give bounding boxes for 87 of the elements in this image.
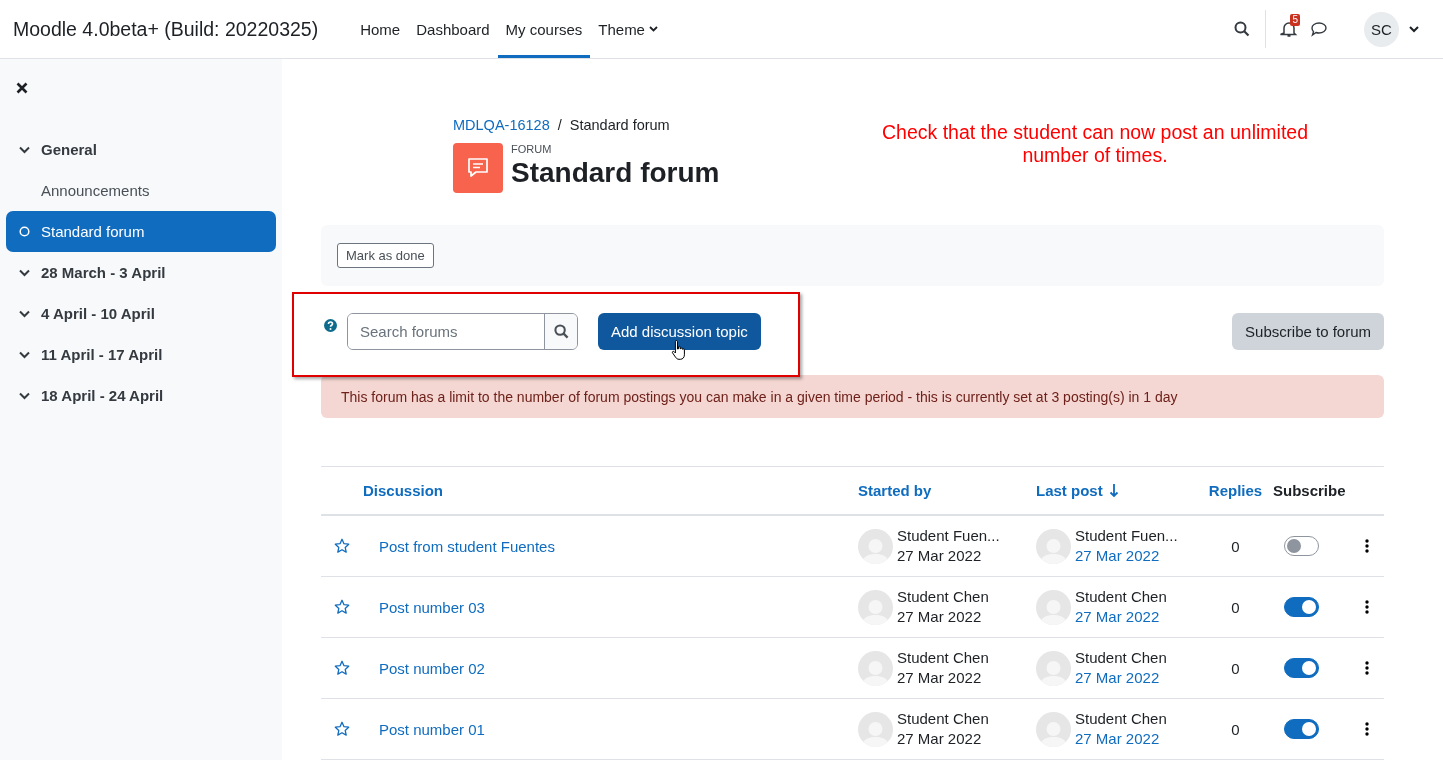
star-icon[interactable] — [334, 599, 350, 615]
close-icon[interactable] — [16, 82, 30, 94]
page-title: Standard forum — [511, 157, 720, 189]
search-icon[interactable] — [1234, 21, 1250, 37]
hand-cursor-icon — [671, 339, 688, 361]
post-date: 27 Mar 2022 — [897, 607, 983, 627]
post-date: 27 Mar 2022 — [897, 668, 983, 688]
chat-bubble-icon[interactable] — [1310, 21, 1328, 37]
caret-icon — [648, 26, 658, 32]
chevron-icon — [19, 309, 30, 318]
posting-limit-alert: This forum has a limit to the number of forum postings you can make in a given time period - this is currently set at 3 posting(s) in 1 day — [321, 375, 1384, 418]
breadcrumb-separator: / — [557, 117, 562, 133]
section-item[interactable]: 18 April - 24 April — [6, 375, 276, 416]
post-date-link[interactable]: 27 Mar 2022 — [1075, 546, 1178, 566]
post-date: 27 Mar 2022 — [897, 729, 983, 749]
post-date-link[interactable]: 27 Mar 2022 — [1075, 607, 1167, 627]
nav-link[interactable]: Home — [352, 0, 409, 58]
user-name: Student Chen — [1075, 587, 1167, 607]
reply-count: 0 — [1231, 720, 1240, 738]
subscribe-toggle[interactable] — [1284, 536, 1319, 556]
breadcrumb-link[interactable]: MDLQA-16128 — [453, 117, 550, 133]
user-name: Student Chen — [897, 648, 989, 668]
user-name: Student Chen — [897, 587, 989, 607]
chevron-icon — [19, 391, 30, 400]
column-header[interactable]: Last post — [1036, 482, 1198, 499]
user-name: Student Chen — [1075, 709, 1167, 729]
annotation-note: Check that the student can now post an unlimited number of times. — [881, 121, 1309, 169]
mark-as-done-button[interactable]: Mark as done — [337, 243, 434, 268]
subscribe-toggle[interactable] — [1284, 719, 1319, 739]
activity-item[interactable]: Announcements — [6, 170, 276, 211]
reply-count: 0 — [1231, 537, 1240, 555]
avatar-placeholder — [858, 711, 893, 747]
user-name: Student Fuen... — [1075, 526, 1178, 546]
notification-badge: 5 — [1290, 14, 1300, 26]
post-date-link[interactable]: 27 Mar 2022 — [1075, 729, 1167, 749]
chevron-icon — [19, 145, 30, 154]
forum-icon — [453, 143, 503, 193]
activity-type-label: FORUM — [511, 143, 553, 155]
search-button[interactable] — [544, 314, 577, 349]
user-name: Student Fuen... — [897, 526, 1000, 546]
post-date-link[interactable]: 27 Mar 2022 — [1075, 668, 1167, 688]
add-discussion-button[interactable]: Add discussion topic — [598, 313, 761, 350]
nav-link[interactable]: Dashboard — [408, 0, 498, 58]
column-header[interactable]: Subscribe — [1273, 482, 1363, 499]
search-icon — [553, 324, 569, 339]
avatar-placeholder — [858, 528, 893, 564]
column-header[interactable]: Started by — [858, 482, 1036, 499]
user-name: Student Chen — [1075, 648, 1167, 668]
section-item[interactable]: 28 March - 3 April — [6, 252, 276, 293]
avatar-placeholder — [1036, 589, 1071, 625]
help-icon[interactable] — [324, 319, 337, 332]
avatar-placeholder — [858, 650, 893, 686]
user-avatar[interactable]: SC — [1364, 11, 1399, 47]
chevron-icon — [19, 350, 30, 359]
circle-icon — [19, 226, 30, 237]
subscribe-toggle[interactable] — [1284, 658, 1319, 678]
section-item[interactable]: 4 April - 10 April — [6, 293, 276, 334]
activity-item[interactable]: Standard forum — [6, 211, 276, 252]
avatar-placeholder — [1036, 711, 1071, 747]
column-header[interactable]: Replies — [1208, 482, 1263, 499]
discussion-link[interactable]: Post from student Fuentes — [379, 537, 555, 555]
search-field[interactable]: Search forums — [347, 313, 578, 350]
nav-link[interactable]: My courses — [497, 0, 591, 58]
reply-count: 0 — [1231, 659, 1240, 677]
section-item[interactable]: General — [6, 129, 276, 170]
discussion-link[interactable]: Post number 01 — [379, 720, 485, 738]
avatar-placeholder — [1036, 650, 1071, 686]
breadcrumb-current: Standard forum — [569, 117, 670, 133]
site-name: Moodle 4.0beta+ (Build: 20220325) — [13, 17, 319, 41]
discussion-link[interactable]: Post number 03 — [379, 598, 485, 616]
subscribe-toggle[interactable] — [1284, 597, 1319, 617]
sort-arrow-icon — [1108, 483, 1119, 498]
caret-icon[interactable] — [1409, 25, 1419, 33]
column-header[interactable]: Discussion — [363, 482, 858, 499]
nav-link[interactable]: Theme — [590, 0, 666, 58]
star-icon[interactable] — [334, 660, 350, 676]
star-icon[interactable] — [334, 538, 350, 554]
avatar-placeholder — [1036, 528, 1071, 564]
section-item[interactable]: 11 April - 17 April — [6, 334, 276, 375]
avatar-placeholder — [858, 589, 893, 625]
user-name: Student Chen — [897, 709, 989, 729]
star-icon[interactable] — [334, 721, 350, 737]
reply-count: 0 — [1231, 598, 1240, 616]
chevron-icon — [19, 268, 30, 277]
subscribe-forum-button[interactable]: Subscribe to forum — [1232, 313, 1384, 350]
post-date: 27 Mar 2022 — [897, 546, 983, 566]
discussion-link[interactable]: Post number 02 — [379, 659, 485, 677]
